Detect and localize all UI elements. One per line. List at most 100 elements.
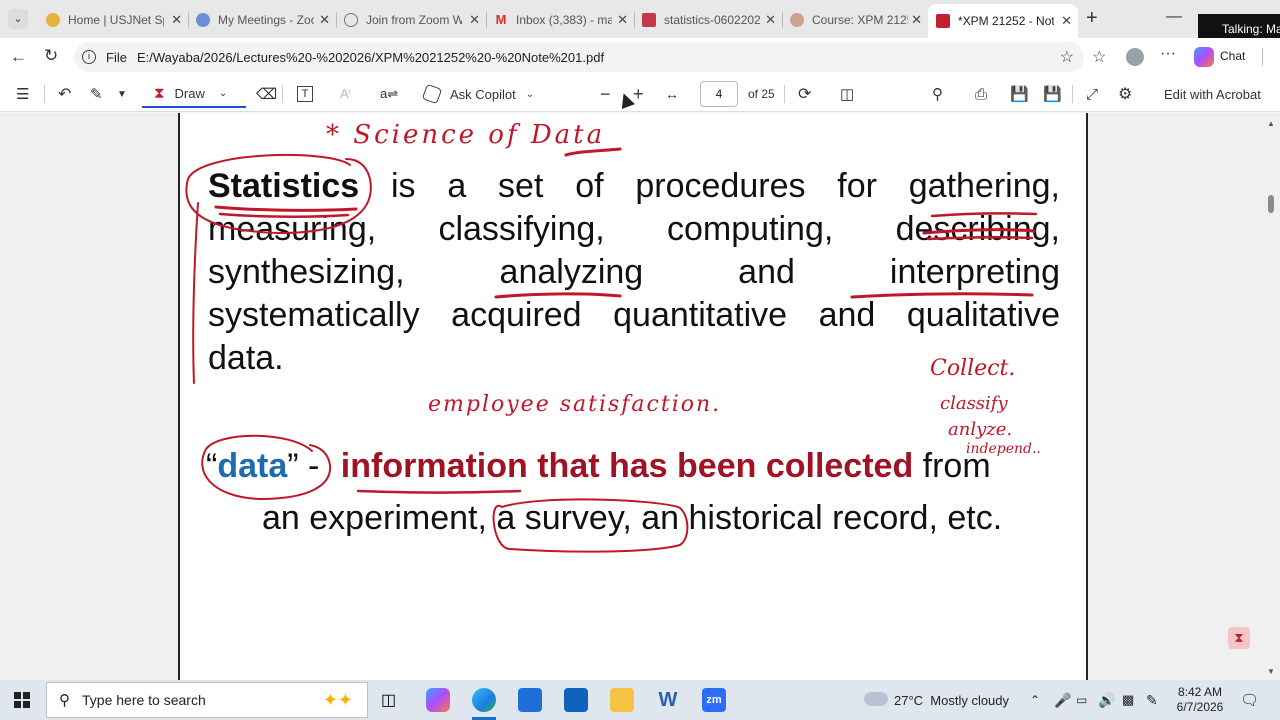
task-view-icon[interactable]: ◫: [381, 690, 396, 710]
highlight-icon[interactable]: ✎: [90, 82, 103, 106]
page-view-icon[interactable]: ◫: [840, 82, 854, 106]
fit-width-icon[interactable]: ↔: [665, 82, 679, 106]
ask-copilot-label: Ask Copilot: [450, 86, 516, 102]
url-text[interactable]: E:/Wayaba/2026/Lectures%20-%202026/XPM%2…: [137, 50, 604, 65]
notifications-icon[interactable]: 🗨: [1240, 680, 1259, 720]
contents-icon[interactable]: ☰: [16, 82, 29, 106]
store-icon[interactable]: [518, 688, 542, 712]
save-icon[interactable]: 💾: [1010, 82, 1029, 106]
vertical-scrollbar[interactable]: ▲ ▼: [1262, 113, 1280, 680]
info-icon[interactable]: i: [82, 50, 96, 64]
read-aloud-icon[interactable]: Aⁱ: [340, 82, 351, 106]
windows-start-icon[interactable]: [14, 692, 30, 708]
network-icon[interactable]: ▩: [1122, 680, 1134, 720]
tab-inbox[interactable]: M Inbox (3,383) - mar ✕: [486, 6, 634, 34]
zoom-out-icon[interactable]: −: [600, 82, 611, 106]
battery-icon[interactable]: ▭: [1076, 680, 1087, 720]
scroll-up-icon[interactable]: ▲: [1267, 119, 1275, 128]
close-icon[interactable]: ✕: [765, 12, 776, 28]
reload-icon[interactable]: ↻: [44, 46, 58, 66]
close-icon[interactable]: ✕: [171, 12, 182, 28]
clock-time: 8:42 AM: [1177, 685, 1223, 699]
describing-strike-2: [926, 236, 1034, 241]
pdf-icon: [642, 13, 656, 27]
close-icon[interactable]: ✕: [617, 12, 628, 28]
minimize-button[interactable]: —: [1166, 8, 1182, 26]
favorite-star-icon[interactable]: ☆: [1060, 47, 1074, 67]
outlook-icon[interactable]: [564, 688, 588, 712]
zoom-app-icon[interactable]: zm: [702, 688, 726, 712]
page-total: of 25: [748, 87, 775, 101]
pdf-toolbar: ☰ ↶ ✎ ▼ ⧗ Draw ⌄ ⌫ T Aⁱ a⇌ Ask Copilot ⌄…: [0, 76, 1280, 112]
text-box-icon[interactable]: T: [297, 86, 313, 102]
chevron-up-icon[interactable]: ⌃: [1030, 680, 1040, 720]
copilot-icon[interactable]: [1194, 47, 1214, 67]
translate-icon[interactable]: a⇌: [380, 82, 398, 106]
scroll-down-icon[interactable]: ▼: [1267, 667, 1275, 676]
tab-join-zoom[interactable]: Join from Zoom W ✕: [336, 6, 486, 34]
tab-label: Inbox (3,383) - mar: [516, 13, 612, 27]
tab-statistics-pdf[interactable]: statistics-0602202 ✕: [634, 6, 782, 34]
pdf-viewer-area[interactable]: Statistics is a set of procedures for ga…: [0, 91, 1280, 680]
statistics-circle: [185, 153, 372, 235]
taskbar-search-box[interactable]: ⚲ Type here to search ✦✦: [46, 682, 368, 718]
clock[interactable]: 8:42 AM 6/7/2026: [1170, 685, 1230, 715]
course-favicon-icon: [790, 13, 804, 27]
close-icon[interactable]: ✕: [319, 12, 330, 28]
print-icon[interactable]: ⎙: [975, 82, 987, 106]
microphone-icon[interactable]: 🎤: [1054, 680, 1071, 720]
volume-icon[interactable]: 🔊: [1098, 680, 1115, 720]
draw-pen-icon: ⧗: [154, 84, 165, 102]
pen-icon[interactable]: ✎: [1146, 680, 1158, 720]
ask-copilot-button[interactable]: Ask Copilot ⌄: [421, 82, 534, 106]
gmail-icon: M: [495, 12, 507, 27]
eraser-icon[interactable]: ⌫: [256, 82, 277, 106]
tab-course[interactable]: Course: XPM 2125 ✕: [782, 6, 928, 34]
tab-label: *XPM 21252 - Note: [958, 14, 1054, 28]
more-menu-icon[interactable]: ···: [1160, 45, 1176, 63]
close-icon[interactable]: ✕: [469, 12, 480, 28]
edge-browser-icon[interactable]: [472, 688, 496, 712]
file-explorer-icon[interactable]: [610, 688, 634, 712]
rotate-icon[interactable]: ⟳: [798, 82, 811, 106]
search-icon: ⚲: [59, 692, 70, 709]
edit-with-acrobat-button[interactable]: Edit with Acrobat: [1164, 82, 1261, 106]
favorites-icon[interactable]: ☆: [1092, 47, 1106, 67]
file-scheme-label: File: [106, 49, 127, 65]
weather-text[interactable]: 27°C Mostly cloudy: [894, 680, 1009, 720]
profile-avatar-icon[interactable]: [1126, 48, 1144, 66]
copilot-app-icon[interactable]: [426, 688, 450, 712]
tab-usjnet[interactable]: Home | USJNet Sp ✕: [38, 6, 188, 34]
usjnet-favicon-icon: [46, 13, 60, 27]
search-placeholder: Type here to search: [82, 692, 206, 708]
close-icon[interactable]: ✕: [911, 12, 922, 28]
acrobat-icon[interactable]: ⧗: [1228, 627, 1250, 649]
chevron-down-icon: ⌄: [218, 87, 228, 99]
draw-button[interactable]: ⧗ Draw ⌄: [142, 80, 246, 108]
chevron-down-icon[interactable]: ▼: [117, 82, 127, 106]
scrollbar-thumb[interactable]: [1268, 195, 1274, 213]
draw-label: Draw: [174, 85, 205, 101]
save-as-icon[interactable]: 💾: [1043, 82, 1062, 106]
tab-actions-menu[interactable]: ⌄: [8, 9, 28, 29]
chat-button[interactable]: Chat: [1220, 49, 1245, 63]
search-icon[interactable]: ⚲: [932, 82, 943, 106]
tab-my-meetings[interactable]: My Meetings - Zoo ✕: [188, 6, 336, 34]
weather-cloud-icon: [864, 692, 888, 706]
gathering-underline: [930, 212, 1038, 218]
describing-strike: [922, 228, 1036, 235]
tab-xpm-note[interactable]: *XPM 21252 - Note ✕: [928, 4, 1078, 38]
employee-satisfaction-note: employee satisfaction.: [428, 392, 721, 417]
page-number-input[interactable]: [700, 81, 738, 107]
fullscreen-icon[interactable]: ⤢: [1086, 82, 1098, 106]
sidebar-divider: [1262, 48, 1263, 66]
ink-annotations: * Science of Data employee satisfaction.…: [185, 120, 1041, 553]
settings-gear-icon[interactable]: ⚙: [1118, 82, 1132, 106]
word-icon[interactable]: W: [656, 688, 680, 712]
undo-icon[interactable]: ↶: [58, 82, 71, 106]
classify-note: classify: [940, 393, 1008, 414]
address-field[interactable]: i File E:/Wayaba/2026/Lectures%20-%20202…: [74, 42, 1084, 72]
close-icon[interactable]: ✕: [1061, 13, 1072, 29]
new-tab-button[interactable]: +: [1086, 7, 1098, 30]
back-icon[interactable]: ←: [10, 47, 27, 67]
